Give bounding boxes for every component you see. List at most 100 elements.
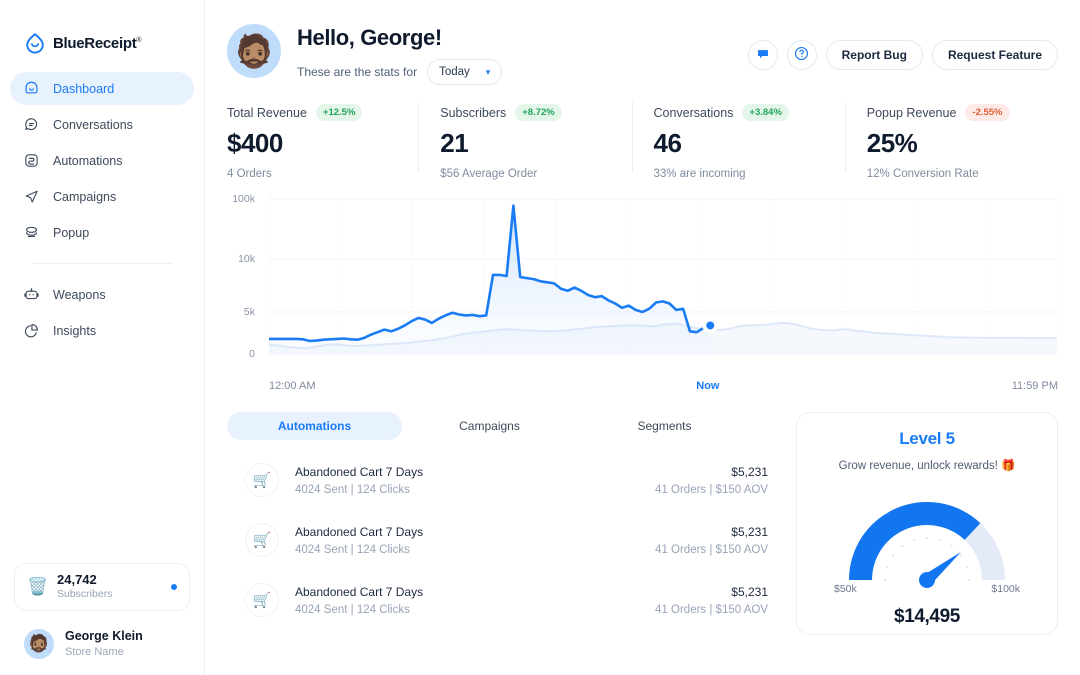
question-circle-icon	[793, 45, 810, 65]
chart-y-tick: 5k	[243, 306, 255, 318]
date-range-value: Today	[439, 66, 470, 78]
main-content: 🧔🏽 Hello, George! These are the stats fo…	[205, 0, 1080, 675]
stat-card-popup-revenue: Popup Revenue -2.55% 25% 12% Conversion …	[844, 98, 1058, 180]
chart-y-axis: 0 5k 10k 100k	[227, 193, 259, 360]
list-item-title: Abandoned Cart 7 Days	[295, 464, 424, 479]
level-subtitle: Grow revenue, unlock rewards! 🎁	[838, 460, 1016, 472]
tab-campaigns[interactable]: Campaigns	[402, 412, 577, 440]
brand-name: BlueReceipt®	[53, 34, 142, 52]
subscribers-avatar-icon: 🗑️	[27, 577, 49, 596]
sidebar-divider	[32, 263, 172, 264]
sidebar-item-conversations[interactable]: Conversations	[10, 108, 194, 141]
automations-panel: Automations Campaigns Segments 🛒 Abandon…	[227, 412, 776, 635]
user-name: George Klein	[65, 629, 143, 644]
sidebar-item-label: Campaigns	[53, 189, 117, 204]
stats-row: Total Revenue +12.5% $400 4 Orders Subsc…	[205, 90, 1080, 180]
chart-x-tick: 12:00 AM	[269, 380, 316, 392]
sidebar-item-insights[interactable]: Insights	[10, 314, 194, 347]
chart-x-axis: 12:00 AM Now 11:59 PM	[269, 380, 1058, 400]
trademark-mark: ®	[136, 36, 142, 44]
revenue-chart: 0 5k 10k 100k 12:00 AM Now 11:59 PM	[205, 180, 1080, 400]
list-item-title: Abandoned Cart 7 Days	[295, 584, 424, 599]
sidebar-item-campaigns[interactable]: Campaigns	[10, 180, 194, 213]
subscribers-label: Subscribers	[57, 587, 113, 600]
list-item[interactable]: 🛒 Abandoned Cart 7 Days 4024 Sent | 124 …	[227, 450, 776, 510]
request-feature-button[interactable]: Request Feature	[931, 40, 1058, 70]
chart-y-tick: 10k	[238, 253, 255, 265]
chart-x-tick: Now	[696, 380, 720, 392]
bluereceipt-droplet-icon	[24, 32, 46, 54]
dashboard-icon	[22, 80, 40, 98]
sidebar-item-label: Weapons	[53, 287, 106, 302]
stat-value: 25%	[866, 128, 918, 158]
subscribers-card[interactable]: 🗑️ 24,742 Subscribers	[14, 563, 190, 611]
stat-subtext: 4 Orders	[227, 168, 272, 180]
stat-value: 21	[440, 128, 469, 158]
chart-x-tick: 11:59 PM	[1011, 380, 1058, 392]
status-badge: +3.84%	[742, 104, 789, 121]
list-item-subtext: 4024 Sent | 124 Clicks	[295, 543, 410, 556]
campaigns-icon	[22, 188, 40, 206]
list-item-subtext: 4024 Sent | 124 Clicks	[295, 483, 410, 496]
lower-section: Automations Campaigns Segments 🛒 Abandon…	[205, 400, 1080, 635]
status-badge: -2.55%	[965, 104, 1010, 121]
stat-title: Popup Revenue	[866, 105, 957, 120]
gauge-canvas	[849, 502, 1005, 588]
cart-icon: 🛒	[245, 583, 279, 617]
pie-chart-icon	[22, 322, 40, 340]
avatar: 🧔🏽	[24, 629, 54, 659]
chart-y-tick: 100k	[232, 193, 255, 205]
gauge-max-label: $100k	[991, 583, 1020, 595]
gauge-min-label: $50k	[834, 583, 857, 595]
list-item-title: Abandoned Cart 7 Days	[295, 524, 424, 539]
sidebar-item-weapons[interactable]: Weapons	[10, 278, 194, 311]
cart-icon: 🛒	[245, 463, 279, 497]
report-bug-button[interactable]: Report Bug	[825, 40, 923, 70]
help-button[interactable]	[786, 40, 817, 70]
level-gauge: $50k $100k	[832, 484, 1022, 595]
status-badge: +12.5%	[315, 104, 363, 121]
popup-icon	[22, 224, 40, 242]
level-title: Level 5	[899, 429, 955, 448]
sidebar: BlueReceipt® Dashboard Conversations Aut…	[0, 0, 205, 675]
list-item[interactable]: 🛒 Abandoned Cart 7 Days 4024 Sent | 124 …	[227, 570, 776, 630]
panel-tabs: Automations Campaigns Segments	[227, 412, 776, 440]
subscribers-count: 24,742	[57, 571, 97, 587]
tab-segments[interactable]: Segments	[577, 412, 752, 440]
chat-button[interactable]	[747, 40, 778, 70]
chart-y-tick: 0	[249, 348, 255, 360]
page-header: 🧔🏽 Hello, George! These are the stats fo…	[205, 0, 1080, 90]
stat-card-subscribers: Subscribers +8.72% 21 $56 Average Order	[418, 98, 631, 180]
sidebar-item-label: Conversations	[53, 117, 133, 132]
tab-automations[interactable]: Automations	[227, 412, 402, 440]
chart-canvas	[269, 194, 1057, 355]
page-title: Hello, George!	[297, 25, 442, 50]
date-range-select[interactable]: Today ▾	[427, 59, 503, 85]
stat-card-conversations: Conversations +3.84% 46 33% are incoming	[631, 98, 845, 180]
stat-subtext: 12% Conversion Rate	[866, 168, 979, 180]
list-item-amount: $5,231	[731, 584, 768, 599]
stats-period-row: These are the stats for Today ▾	[297, 59, 503, 85]
stats-for-label: These are the stats for	[297, 65, 418, 79]
sidebar-item-label: Automations	[53, 153, 123, 168]
list-item[interactable]: 🛒 Abandoned Cart 7 Days 4024 Sent | 124 …	[227, 510, 776, 570]
chat-bubble-icon	[756, 47, 770, 64]
stat-value: $400	[227, 128, 283, 158]
greeting-block: Hello, George! These are the stats for T…	[297, 22, 503, 85]
stat-subtext: $56 Average Order	[440, 168, 538, 180]
sidebar-item-automations[interactable]: Automations	[10, 144, 194, 177]
sidebar-item-dashboard[interactable]: Dashboard	[10, 72, 194, 105]
stat-subtext: 33% are incoming	[653, 168, 746, 180]
header-avatar: 🧔🏽	[227, 24, 281, 78]
conversations-icon	[22, 116, 40, 134]
list-item-meta: 41 Orders | $150 AOV	[655, 603, 768, 616]
list-item-amount: $5,231	[731, 464, 768, 479]
stat-card-total-revenue: Total Revenue +12.5% $400 4 Orders	[227, 98, 418, 180]
brand-logo[interactable]: BlueReceipt®	[0, 0, 204, 60]
list-item-meta: 41 Orders | $150 AOV	[655, 483, 768, 496]
user-profile[interactable]: 🧔🏽 George Klein Store Name	[14, 629, 190, 659]
gauge-value: $14,495	[894, 606, 960, 627]
chart-plot-area: 0 5k 10k 100k	[227, 193, 1058, 374]
sidebar-item-popup[interactable]: Popup	[10, 216, 194, 249]
cart-icon: 🛒	[245, 523, 279, 557]
